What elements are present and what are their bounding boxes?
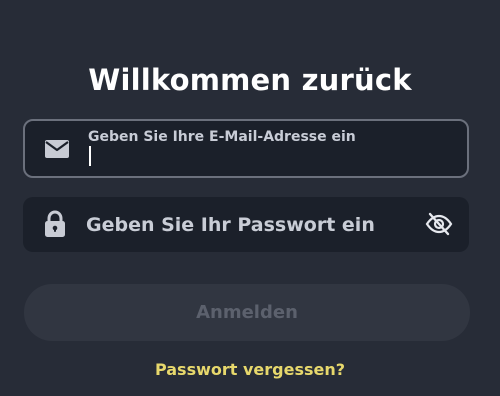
lock-icon: [45, 210, 65, 237]
password-field-container[interactable]: [23, 197, 469, 252]
welcome-title: Willkommen zurück: [88, 63, 412, 98]
eye-slash-icon[interactable]: [425, 210, 453, 238]
forgot-password-link[interactable]: Passwort vergessen?: [0, 360, 500, 379]
password-input[interactable]: [86, 211, 416, 239]
email-field-container[interactable]: Geben Sie Ihre E-Mail-Adresse ein: [23, 119, 469, 178]
email-input[interactable]: [88, 145, 448, 169]
mail-icon: [45, 140, 69, 158]
email-label: Geben Sie Ihre E-Mail-Adresse ein: [88, 129, 356, 145]
login-button[interactable]: Anmelden: [24, 284, 470, 341]
login-page: Willkommen zurück Geben Sie Ihre E-Mail-…: [0, 0, 500, 396]
text-cursor: [89, 146, 91, 166]
